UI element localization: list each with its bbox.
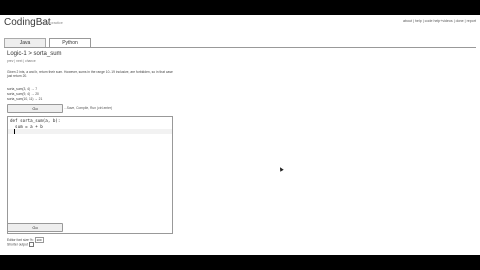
shorter-output-label: Shorter output [7,242,28,247]
codingbat-page: CodingBat code practice about | help | c… [0,15,480,255]
problem-description: Given 2 ints, a and b, return their sum.… [7,70,173,79]
nav-link-about[interactable]: about [403,19,412,23]
text-caret [14,129,15,134]
screen: CodingBat code practice about | help | c… [0,0,480,270]
mouse-pointer-icon [278,166,284,172]
top-nav: about | help | code help+videos | done |… [403,19,476,23]
site-tagline: code practice [42,21,63,25]
tab-java[interactable]: Java [4,38,46,47]
letterbox-bottom [0,255,480,270]
shorter-output-checkbox[interactable] [28,242,34,247]
run-hint: ...Save, Compile, Run (ctrl-enter) [64,106,113,110]
tab-divider [4,47,476,48]
nav-link-code-help[interactable]: code help+videos [425,19,453,23]
examples-list: sorta_sum(3, 4) → 7 sorta_sum(9, 4) → 20… [7,87,42,102]
chance-link[interactable]: chance [25,59,36,63]
prev-link[interactable]: prev [7,59,13,63]
example-line: sorta_sum(10, 11) → 21 [7,97,43,101]
font-size-select[interactable]: 100 [34,237,44,243]
problem-title: Logic-1 > sorta_sum [7,51,62,57]
nav-link-report[interactable]: report [467,19,476,23]
code-line: sum = a + b [10,123,43,129]
go-button-top[interactable]: Go [7,104,63,113]
code-editor[interactable]: def sorta_sum(a, b): sum = a + b [7,116,173,234]
shorter-output-option: Shorter output [7,242,34,247]
active-line-highlight [8,129,172,134]
nav-link-help[interactable]: help [415,19,422,23]
code-line: def sorta_sum(a, b): [10,118,61,123]
next-link[interactable]: next [16,59,22,63]
nav-link-done[interactable]: done [456,19,464,23]
go-button-bottom[interactable]: Go [7,223,63,232]
problem-nav: prev | next | chance [7,59,36,63]
letterbox-top [0,0,480,15]
